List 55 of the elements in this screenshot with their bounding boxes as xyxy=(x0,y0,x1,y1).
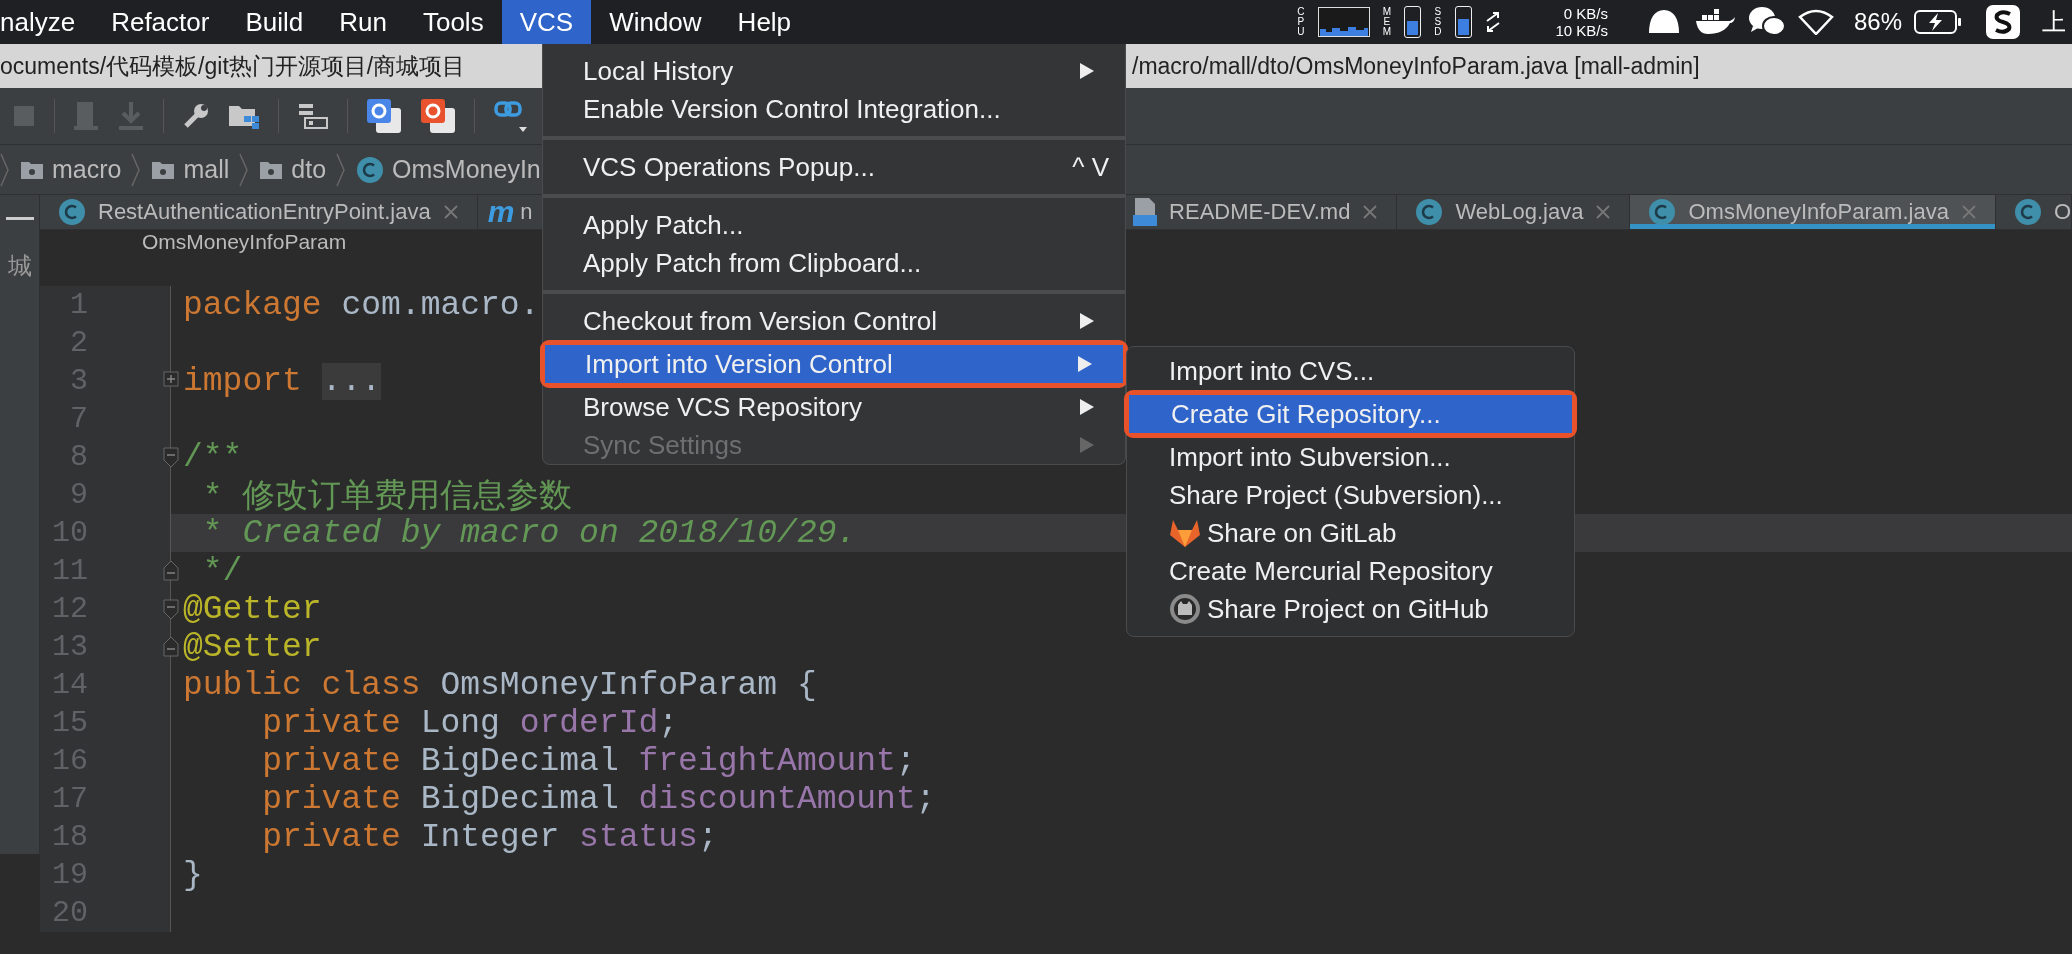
menu-item[interactable]: Create Git Repository... xyxy=(1129,395,1572,433)
breadcrumb[interactable]: mall xyxy=(151,155,230,184)
menu-item[interactable]: Checkout from Version Control xyxy=(543,302,1125,340)
code-line: private Integer status; xyxy=(261,818,718,856)
code-line: */ xyxy=(201,552,243,590)
menu-bar-item[interactable]: Tools xyxy=(404,0,502,44)
file-path: ocuments/代码模板/git热门开源项目/商城项目 xyxy=(0,52,466,79)
editor-tab[interactable]: WebLog.java xyxy=(1397,195,1631,229)
menu-item[interactable]: Share on GitLab xyxy=(1127,514,1574,552)
code-line: private BigDecimal discountAmount; xyxy=(261,780,936,818)
code-line: import ... xyxy=(183,362,382,400)
menu-bar-item[interactable]: Build xyxy=(227,0,322,44)
download-speed: 10 KB/s xyxy=(1555,22,1608,39)
menu-item[interactable]: VCS Operations Popup... ^ V xyxy=(543,148,1125,186)
code-line: private BigDecimal freightAmount; xyxy=(261,742,916,780)
code-line: private Long orderId; xyxy=(261,704,679,742)
m-icon: m xyxy=(487,195,515,229)
menu-item[interactable]: Share Project (Subversion)... xyxy=(1127,476,1574,514)
menu-bar-item[interactable]: VCS xyxy=(501,0,592,44)
menu-item[interactable]: Local History xyxy=(543,52,1125,90)
file-path: /macro/mall/dto/OmsMoneyInfoParam.java [mall-admin] xyxy=(1132,52,1700,80)
menu-item[interactable]: Import into Version Control xyxy=(545,345,1123,383)
editor-header: OmsMoneyInfoParam xyxy=(142,230,347,254)
editor-tab[interactable]: RestAuthenticationEntryPoint.java xyxy=(40,195,478,229)
project-tab[interactable]: 城 xyxy=(7,250,32,282)
shortcut: ^ V xyxy=(1072,151,1109,183)
cpu-label: CPU xyxy=(1296,7,1306,37)
menu-bar-item[interactable]: Window xyxy=(591,0,720,44)
menu-item[interactable]: Share Project on GitHub xyxy=(1127,590,1574,628)
menu-item[interactable]: Enable Version Control Integration... xyxy=(543,90,1125,128)
menu-bar-item[interactable]: Run xyxy=(321,0,405,44)
memory-label: MEM xyxy=(1381,7,1392,37)
battery-percent: 86% xyxy=(1853,8,1902,36)
editor-tab[interactable]: OmsMoneyInfoParam.java xyxy=(1630,195,1996,229)
menu-item[interactable]: Apply Patch from Clipboard... xyxy=(543,244,1125,282)
menu-item[interactable]: Create Mercurial Repository xyxy=(1127,552,1574,590)
code-line: @Getter xyxy=(183,590,322,628)
menu-bar-item[interactable]: nalyze xyxy=(0,0,94,44)
menu-item[interactable]: Import into CVS... xyxy=(1127,352,1574,390)
menu-item[interactable]: Browse VCS Repository xyxy=(543,388,1125,426)
clock: 上 xyxy=(2042,7,2066,37)
menu-item[interactable]: Import into Subversion... xyxy=(1127,438,1574,476)
menu-bar-item[interactable]: Refactor xyxy=(93,0,228,44)
breadcrumb[interactable]: macro xyxy=(20,155,122,184)
code-line: package com.macro. xyxy=(183,286,540,324)
code-line: /** xyxy=(183,438,243,476)
disk-label: SSD xyxy=(1433,7,1443,37)
breadcrumb[interactable]: OmsMoneyIn xyxy=(356,155,541,184)
code-line: @Setter xyxy=(183,628,322,666)
menu-bar-item[interactable]: Help xyxy=(719,0,810,44)
code-line: } xyxy=(183,856,203,894)
upload-speed: 0 KB/s xyxy=(1563,5,1608,22)
code-line: public class OmsMoneyInfoParam { xyxy=(183,666,817,704)
breadcrumb[interactable]: dto xyxy=(259,155,327,184)
editor-tab[interactable]: O xyxy=(1995,195,2072,229)
